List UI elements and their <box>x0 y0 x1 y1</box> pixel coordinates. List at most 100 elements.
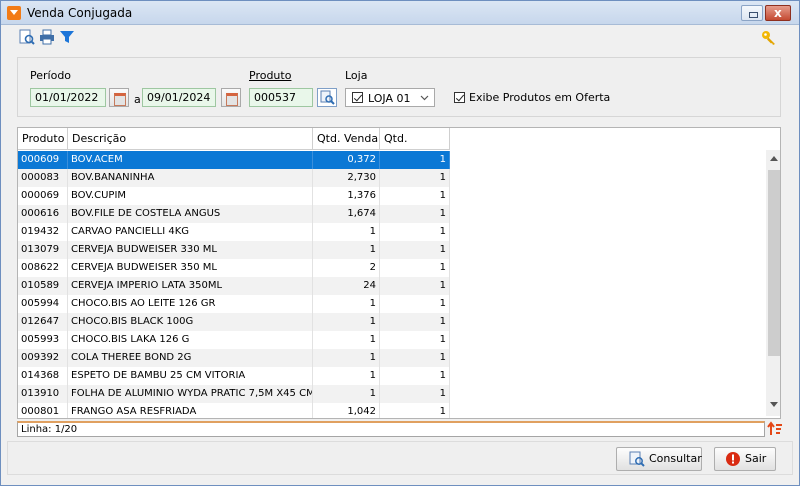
table-row[interactable]: 000069 BOV.CUPIM 1,376 1 <box>18 187 450 205</box>
calendar-icon[interactable] <box>221 88 241 107</box>
cell-qtd-venda: 1 <box>313 313 380 331</box>
table-row[interactable]: 008622 CERVEJA BUDWEISER 350 ML 2 1 <box>18 259 450 277</box>
key-icon[interactable] <box>761 30 777 46</box>
cell-qtd-venda: 1 <box>313 385 380 403</box>
cell-produto: 019432 <box>18 223 68 241</box>
cell-qtd-venda: 1,042 <box>313 403 380 418</box>
cell-qtd-cupom: 1 <box>380 367 450 385</box>
cell-qtd-cupom: 1 <box>380 241 450 259</box>
cell-produto: 000616 <box>18 205 68 223</box>
column-header-qtd-cupom[interactable]: Qtd. Cupom <box>380 128 450 167</box>
consultar-button[interactable]: Consultar <box>616 447 702 471</box>
scroll-up-icon[interactable] <box>770 156 778 161</box>
cell-qtd-cupom: 1 <box>380 259 450 277</box>
table-row[interactable]: 000616 BOV.FILE DE COSTELA ANGUS 1,674 1 <box>18 205 450 223</box>
cell-descricao: BOV.CUPIM <box>68 187 313 205</box>
table-header: Produto Descrição Qtd. Venda Qtd. Cupom <box>18 128 450 167</box>
cell-qtd-venda: 1 <box>313 349 380 367</box>
oferta-checkbox[interactable] <box>454 92 465 103</box>
cell-qtd-cupom: 1 <box>380 169 450 187</box>
between-label: a <box>134 93 141 106</box>
sair-label: Sair <box>745 452 767 465</box>
cell-produto: 010589 <box>18 277 68 295</box>
loja-checkbox[interactable] <box>352 92 363 103</box>
cell-descricao: COLA THEREE BOND 2G <box>68 349 313 367</box>
table-row[interactable]: 019432 CARVAO PANCIELLI 4KG 1 1 <box>18 223 450 241</box>
sair-button[interactable]: Sair <box>714 447 776 471</box>
cell-produto: 000069 <box>18 187 68 205</box>
stop-icon <box>726 452 740 466</box>
cell-descricao: CERVEJA BUDWEISER 330 ML <box>68 241 313 259</box>
table-row[interactable]: 000801 FRANGO ASA RESFRIADA 1,042 1 <box>18 403 450 418</box>
column-header-qtd-venda[interactable]: Qtd. Venda <box>313 128 380 150</box>
cell-qtd-venda: 1 <box>313 223 380 241</box>
table-row[interactable]: 012647 CHOCO.BIS BLACK 100G 1 1 <box>18 313 450 331</box>
sort-order-icon[interactable] <box>767 421 783 437</box>
table-row[interactable]: 000609 BOV.ACEM 0,372 1 <box>18 151 450 169</box>
cell-produto: 014368 <box>18 367 68 385</box>
cell-produto: 005994 <box>18 295 68 313</box>
main-window: Venda Conjugada x Período 01/01/2022 a 0… <box>0 0 800 486</box>
window-title: Venda Conjugada <box>27 6 133 20</box>
cell-descricao: BOV.ACEM <box>68 151 313 169</box>
date-to-field[interactable]: 09/01/2024 <box>142 88 216 107</box>
cell-produto: 000609 <box>18 151 68 169</box>
close-button[interactable]: x <box>765 5 791 21</box>
table-row[interactable]: 000083 BOV.BANANINHA 2,730 1 <box>18 169 450 187</box>
cell-descricao: CHOCO.BIS LAKA 126 G <box>68 331 313 349</box>
title-bar: Venda Conjugada x <box>1 1 799 25</box>
column-header-produto[interactable]: Produto <box>18 128 68 150</box>
table-row[interactable]: 010589 CERVEJA IMPERIO LATA 350ML 24 1 <box>18 277 450 295</box>
search-icon[interactable] <box>317 88 337 107</box>
filter-icon[interactable] <box>59 29 75 45</box>
column-header-descricao[interactable]: Descrição <box>68 128 313 150</box>
vertical-scrollbar[interactable] <box>766 150 780 416</box>
cell-descricao: CARVAO PANCIELLI 4KG <box>68 223 313 241</box>
cell-descricao: CERVEJA BUDWEISER 350 ML <box>68 259 313 277</box>
loja-select[interactable]: LOJA 01 <box>345 88 435 107</box>
restore-button[interactable] <box>741 5 763 21</box>
cell-qtd-venda: 24 <box>313 277 380 295</box>
footer-bar: Consultar Sair <box>7 441 793 475</box>
produto-label: Produto <box>249 69 292 82</box>
cell-qtd-cupom: 1 <box>380 277 450 295</box>
table-row[interactable]: 005994 CHOCO.BIS AO LEITE 126 GR 1 1 <box>18 295 450 313</box>
results-table: Produto Descrição Qtd. Venda Qtd. Cupom … <box>17 127 781 419</box>
app-icon <box>7 6 21 20</box>
cell-produto: 012647 <box>18 313 68 331</box>
cell-qtd-venda: 1 <box>313 295 380 313</box>
date-from-field[interactable]: 01/01/2022 <box>30 88 106 107</box>
cell-qtd-cupom: 1 <box>380 187 450 205</box>
scroll-down-icon[interactable] <box>770 402 778 407</box>
cell-descricao: BOV.FILE DE COSTELA ANGUS <box>68 205 313 223</box>
cell-qtd-venda: 0,372 <box>313 151 380 169</box>
cell-descricao: ESPETO DE BAMBU 25 CM VITORIA <box>68 367 313 385</box>
cell-qtd-cupom: 1 <box>380 331 450 349</box>
chevron-down-icon <box>420 95 429 101</box>
cell-descricao: CHOCO.BIS AO LEITE 126 GR <box>68 295 313 313</box>
cell-produto: 008622 <box>18 259 68 277</box>
produto-field[interactable]: 000537 <box>249 88 313 107</box>
consultar-label: Consultar <box>649 452 702 465</box>
table-row[interactable]: 013910 FOLHA DE ALUMINIO WYDA PRATIC 7,5M… <box>18 385 450 403</box>
cell-descricao: BOV.BANANINHA <box>68 169 313 187</box>
cell-qtd-venda: 2,730 <box>313 169 380 187</box>
cell-descricao: FOLHA DE ALUMINIO WYDA PRATIC 7,5M X45 C… <box>68 385 313 403</box>
table-row[interactable]: 013079 CERVEJA BUDWEISER 330 ML 1 1 <box>18 241 450 259</box>
scroll-thumb[interactable] <box>768 170 780 356</box>
cell-qtd-venda: 1 <box>313 331 380 349</box>
print-icon[interactable] <box>39 29 55 45</box>
cell-qtd-venda: 1 <box>313 367 380 385</box>
cell-produto: 009392 <box>18 349 68 367</box>
status-bar: Linha: 1/20 <box>17 421 765 437</box>
table-row[interactable]: 005993 CHOCO.BIS LAKA 126 G11 <box>18 331 450 349</box>
cell-qtd-cupom: 1 <box>380 205 450 223</box>
cell-qtd-cupom: 1 <box>380 313 450 331</box>
table-row[interactable]: 009392 COLA THEREE BOND 2G 1 1 <box>18 349 450 367</box>
cell-qtd-venda: 1 <box>313 241 380 259</box>
cell-qtd-cupom: 1 <box>380 295 450 313</box>
table-row[interactable]: 014368 ESPETO DE BAMBU 25 CM VITORIA 1 1 <box>18 367 450 385</box>
cell-qtd-venda: 1,674 <box>313 205 380 223</box>
search-doc-icon[interactable] <box>19 29 35 45</box>
calendar-icon[interactable] <box>109 88 129 107</box>
